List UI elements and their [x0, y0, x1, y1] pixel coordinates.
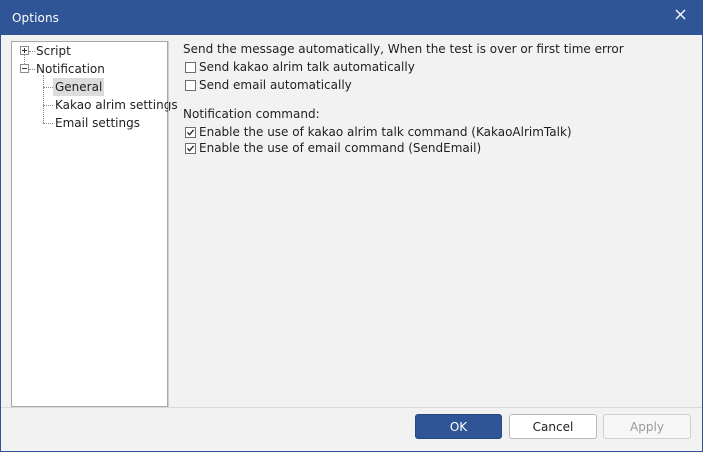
email-auto-checkbox[interactable]	[185, 79, 196, 91]
tree-item-label: Script	[36, 44, 71, 58]
kakao-command-checkbox[interactable]	[185, 126, 196, 138]
email-command-checkbox[interactable]	[185, 142, 196, 154]
tree-item-label: Email settings	[55, 116, 140, 130]
tree-item-script[interactable]: Script	[12, 42, 162, 60]
notification-command-heading: Notification command:	[183, 107, 320, 121]
panel-divider	[168, 41, 169, 407]
close-icon	[675, 9, 685, 19]
general-settings-panel: Send the message automatically, When the…	[183, 41, 693, 407]
footer-divider	[1, 407, 702, 408]
apply-button[interactable]: Apply	[603, 414, 691, 439]
kakao-command-checkbox-row[interactable]: Enable the use of kakao alrim talk comma…	[185, 124, 572, 140]
email-auto-label[interactable]: Send email automatically	[199, 78, 352, 92]
tree-item-kakao-alrim-settings[interactable]: Kakao alrim settings	[12, 96, 178, 114]
checkmark-icon	[187, 128, 195, 136]
cancel-button[interactable]: Cancel	[509, 414, 597, 439]
tree-item-notification[interactable]: Notification	[12, 60, 162, 78]
kakao-auto-checkbox-row[interactable]: Send kakao alrim talk automatically	[185, 59, 415, 75]
tree-item-label: Kakao alrim settings	[55, 98, 178, 112]
kakao-auto-label[interactable]: Send kakao alrim talk automatically	[199, 60, 415, 74]
options-dialog: Options Script Notification General Kaka…	[0, 0, 703, 452]
title-bar[interactable]: Options	[1, 1, 702, 35]
kakao-command-label[interactable]: Enable the use of kakao alrim talk comma…	[199, 125, 572, 139]
tree-item-general[interactable]: General	[12, 78, 162, 96]
expand-plus-icon[interactable]	[20, 46, 29, 55]
checkmark-icon	[187, 144, 195, 152]
auto-send-heading: Send the message automatically, When the…	[183, 42, 624, 56]
tree-item-label: Notification	[36, 62, 105, 76]
ok-button[interactable]: OK	[415, 414, 502, 439]
tree-item-email-settings[interactable]: Email settings	[12, 114, 162, 132]
email-auto-checkbox-row[interactable]: Send email automatically	[185, 77, 352, 93]
tree-item-label: General	[53, 78, 105, 96]
collapse-minus-icon[interactable]	[20, 64, 29, 73]
options-tree[interactable]: Script Notification General Kakao alrim …	[11, 41, 178, 407]
email-command-label[interactable]: Enable the use of email command (SendEma…	[199, 141, 481, 155]
email-command-checkbox-row[interactable]: Enable the use of email command (SendEma…	[185, 140, 481, 156]
kakao-auto-checkbox[interactable]	[185, 61, 196, 73]
close-button[interactable]	[666, 3, 694, 25]
window-title: Options	[12, 11, 60, 25]
